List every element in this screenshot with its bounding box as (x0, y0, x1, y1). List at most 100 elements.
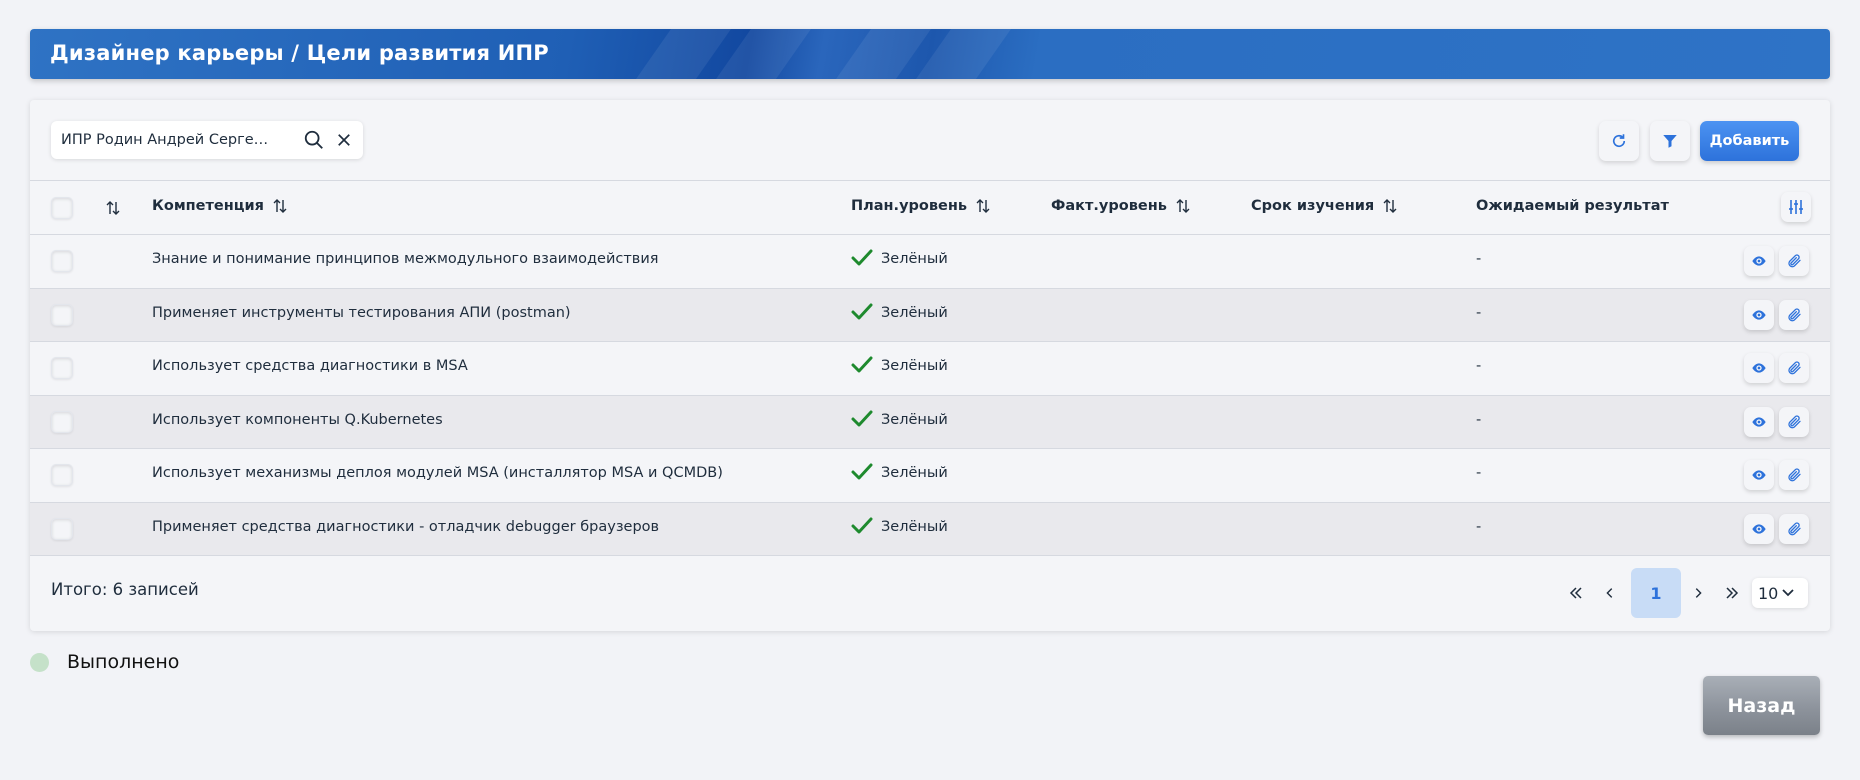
close-icon[interactable] (335, 131, 353, 149)
chevron-down-icon (1782, 589, 1794, 597)
check-icon (851, 249, 873, 266)
row-checkbox[interactable] (51, 410, 73, 433)
table-row[interactable]: Использует компоненты Q.Kubernetes Зелёны… (30, 395, 1830, 449)
next-page-button[interactable] (1684, 575, 1712, 611)
refresh-icon (1612, 134, 1626, 148)
back-button[interactable]: Назад (1703, 676, 1820, 735)
row-checkbox[interactable] (51, 303, 73, 326)
table-header: Компетенция План.уровень Факт.уровень Ср… (30, 181, 1830, 235)
sort-icon[interactable] (975, 198, 991, 214)
cell-plan-level: Зелёный (881, 411, 948, 428)
table-footer: Итого: 6 записей 1 10 (30, 555, 1830, 631)
cell-expected-result: - (1476, 304, 1482, 321)
column-competency[interactable]: Компетенция (152, 198, 288, 214)
last-page-button[interactable] (1718, 575, 1746, 611)
column-settings-button[interactable] (1781, 192, 1811, 222)
cell-competency: Применяет инструменты тестирования АПИ (… (152, 304, 571, 321)
sliders-icon (1789, 200, 1803, 214)
row-checkbox[interactable] (51, 517, 73, 540)
eye-icon (1752, 416, 1766, 427)
refresh-button[interactable] (1599, 121, 1639, 161)
attach-button[interactable] (1779, 406, 1809, 437)
search-icon[interactable] (303, 129, 325, 151)
check-icon (851, 410, 873, 426)
total-count: Итого: 6 записей (51, 580, 199, 599)
cell-expected-result: - (1476, 358, 1482, 374)
page-1-button[interactable]: 1 (1631, 568, 1681, 618)
column-fact-level[interactable]: Факт.уровень (1051, 198, 1191, 214)
cell-competency: Знание и понимание принципов межмодульно… (152, 251, 659, 267)
page-header: Дизайнер карьеры / Цели развития ИПР (30, 29, 1830, 79)
sort-icon[interactable] (1175, 198, 1191, 214)
column-study-term[interactable]: Срок изучения (1251, 198, 1398, 214)
cell-competency: Использует механизмы деплоя модулей MSA … (152, 465, 723, 481)
add-button[interactable]: Добавить (1700, 121, 1799, 161)
page-size-value: 10 (1758, 583, 1779, 603)
select-all-checkbox[interactable] (51, 197, 73, 219)
cell-plan-level: Зелёный (881, 304, 948, 321)
legend: Выполнено (30, 651, 179, 673)
prev-page-button[interactable] (1596, 575, 1624, 611)
paperclip-icon (1788, 307, 1801, 321)
cell-plan-level: Зелёный (881, 358, 948, 374)
eye-icon (1752, 363, 1766, 373)
row-checkbox[interactable] (51, 250, 73, 272)
chevron-right-icon (1695, 588, 1702, 598)
cell-expected-result: - (1476, 465, 1482, 481)
view-button[interactable] (1744, 406, 1774, 437)
column-expected-result: Ожидаемый результат (1476, 198, 1669, 214)
cell-expected-result: - (1476, 411, 1482, 428)
check-icon (851, 463, 873, 480)
page-title: Дизайнер карьеры / Цели развития ИПР (50, 41, 549, 65)
first-page-button[interactable] (1562, 575, 1590, 611)
eye-icon (1752, 256, 1766, 266)
row-checkbox[interactable] (51, 357, 73, 379)
check-icon (851, 517, 873, 533)
view-button[interactable] (1744, 299, 1774, 330)
cell-competency: Использует компоненты Q.Kubernetes (152, 411, 443, 428)
check-icon (851, 356, 873, 373)
view-button[interactable] (1744, 460, 1774, 490)
eye-icon (1752, 470, 1766, 480)
table-row[interactable]: Использует средства диагностики в MSA Зел… (30, 342, 1830, 396)
paperclip-icon (1788, 254, 1801, 268)
attach-button[interactable] (1779, 513, 1809, 544)
view-button[interactable] (1744, 353, 1774, 383)
sort-icon[interactable] (1382, 198, 1398, 214)
cell-competency: Использует средства диагностики в MSA (152, 358, 468, 374)
sort-icon[interactable] (272, 198, 288, 214)
sort-icon[interactable] (105, 200, 121, 216)
paperclip-icon (1788, 414, 1801, 428)
legend-label: Выполнено (67, 651, 180, 673)
eye-icon (1752, 309, 1766, 320)
paperclip-icon (1788, 468, 1801, 482)
attach-button[interactable] (1779, 299, 1809, 330)
page-size-select[interactable]: 10 (1752, 578, 1808, 608)
cell-competency: Применяет средства диагностики - отладчи… (152, 518, 660, 535)
attach-button[interactable] (1779, 460, 1809, 490)
view-button[interactable] (1744, 246, 1774, 276)
cell-plan-level: Зелёный (881, 465, 948, 481)
filter-icon (1663, 135, 1677, 148)
column-plan-level[interactable]: План.уровень (851, 198, 991, 214)
row-checkbox[interactable] (51, 464, 73, 486)
table-row[interactable]: Знание и понимание принципов межмодульно… (30, 235, 1830, 289)
chevron-left-icon (1606, 588, 1613, 598)
filter-button[interactable] (1650, 121, 1690, 161)
attach-button[interactable] (1779, 246, 1809, 276)
cell-plan-level: Зелёный (881, 518, 948, 535)
table-row[interactable]: Применяет средства диагностики - отладчи… (30, 502, 1830, 556)
chevrons-left-icon (1569, 587, 1582, 599)
paperclip-icon (1788, 361, 1801, 375)
goals-card: Добавить Компетенция План.уровень (30, 100, 1830, 631)
view-button[interactable] (1744, 513, 1774, 544)
table-row[interactable]: Применяет инструменты тестирования АПИ (… (30, 288, 1830, 342)
cell-plan-level: Зелёный (881, 251, 948, 267)
goals-table: Компетенция План.уровень Факт.уровень Ср… (30, 180, 1830, 556)
eye-icon (1752, 523, 1766, 534)
paperclip-icon (1788, 521, 1801, 535)
attach-button[interactable] (1779, 353, 1809, 383)
search-input[interactable] (61, 132, 271, 148)
search-box (51, 121, 363, 159)
table-row[interactable]: Использует механизмы деплоя модулей MSA … (30, 449, 1830, 503)
